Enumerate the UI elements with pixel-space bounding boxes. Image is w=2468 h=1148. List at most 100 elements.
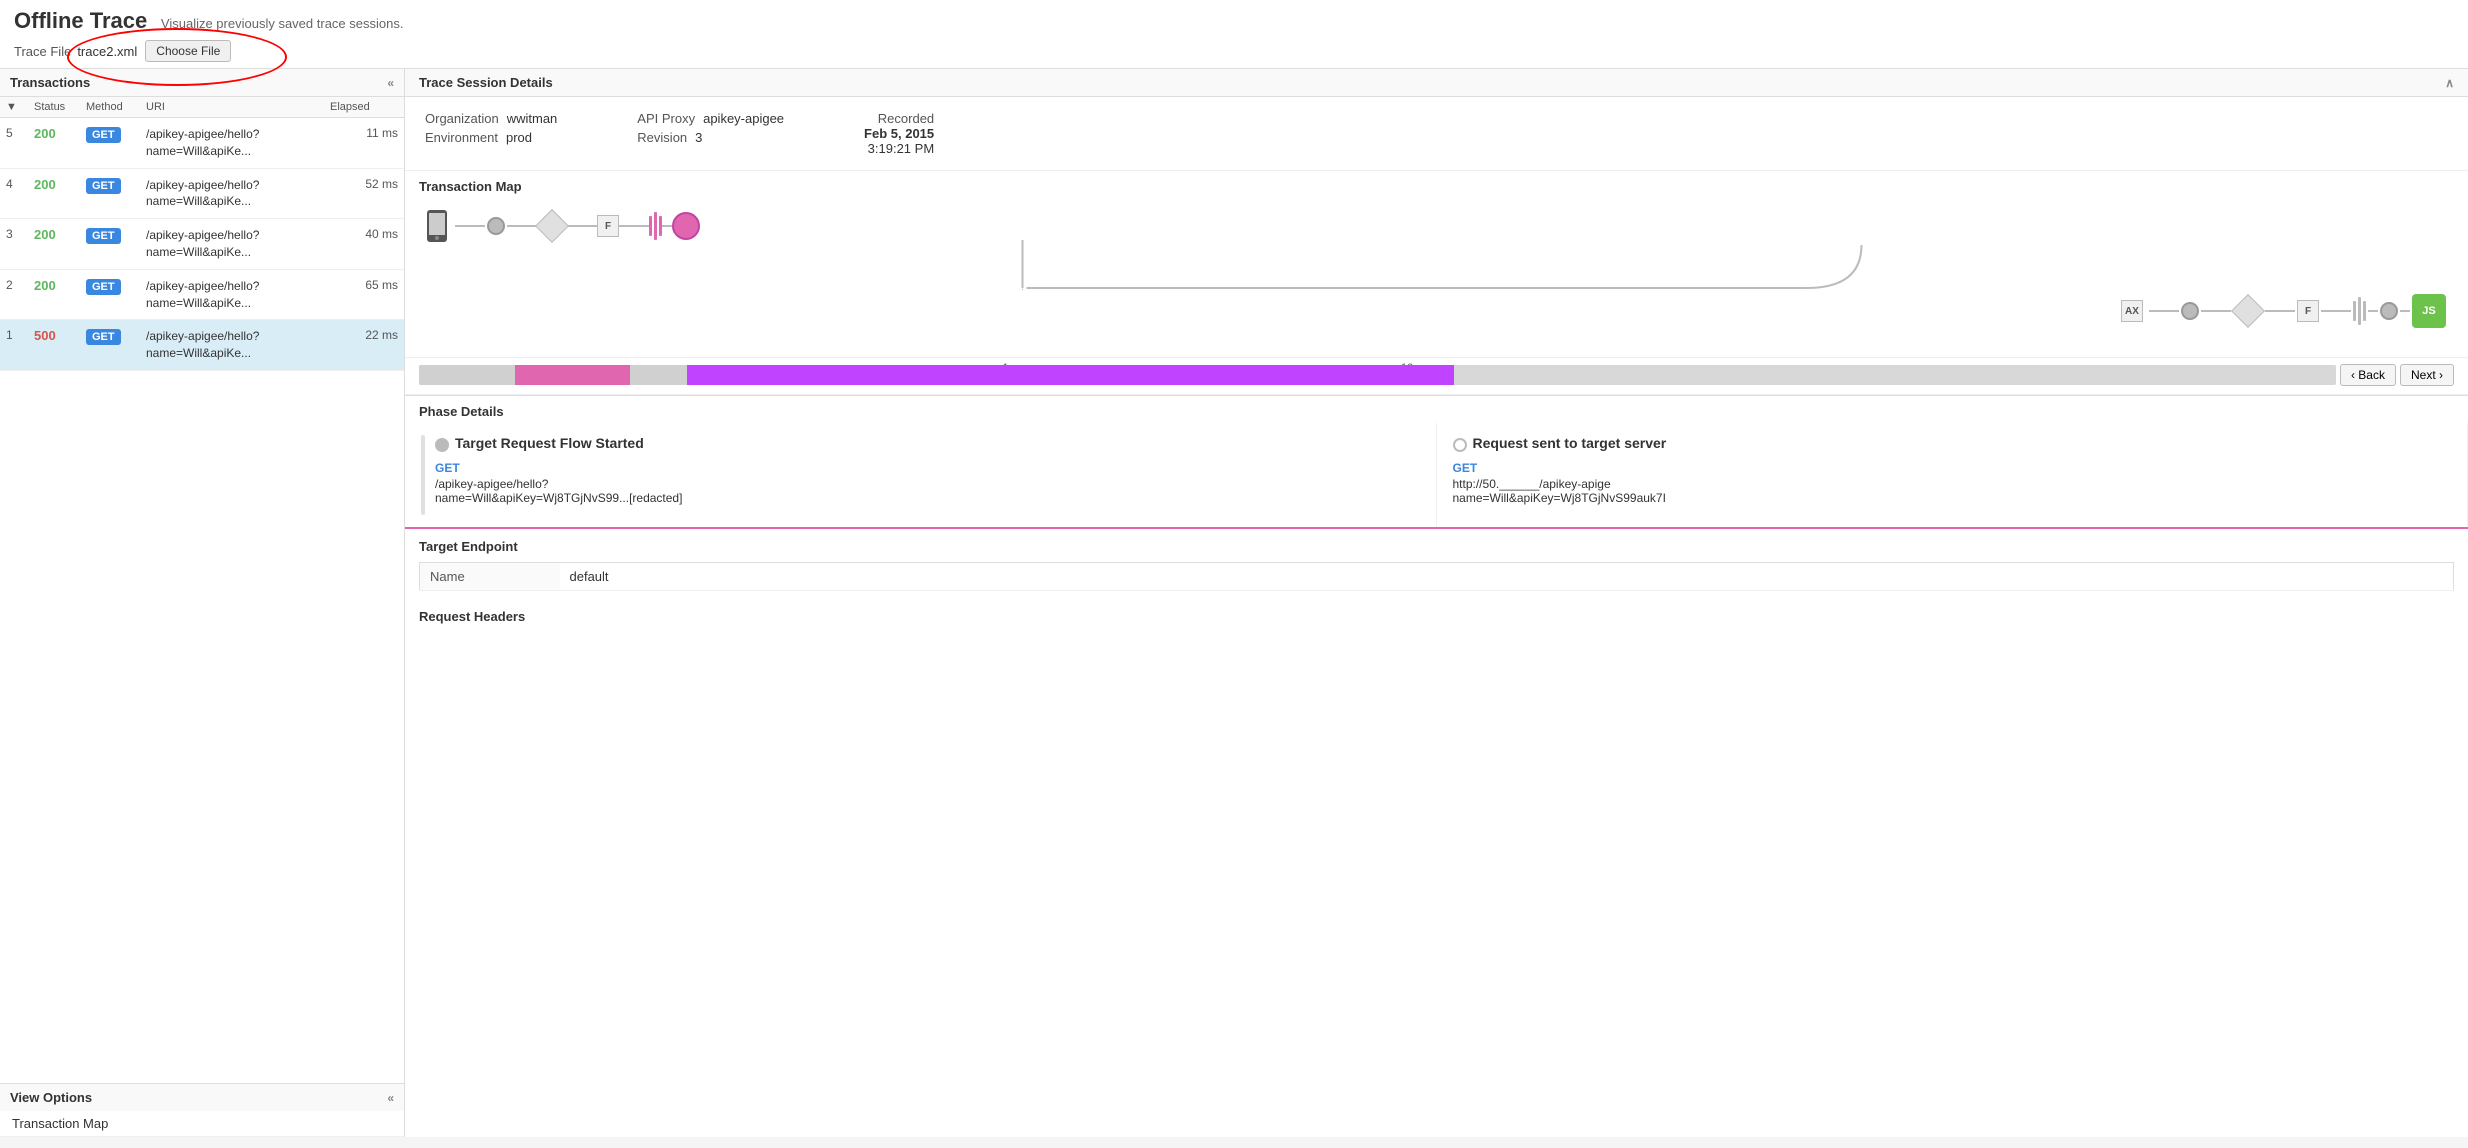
transactions-list: 5 200 GET /apikey-apigee/hello?name=Will…	[0, 118, 404, 1083]
tx-status: 500	[34, 328, 86, 343]
view-options-transaction-map[interactable]: Transaction Map	[0, 1111, 404, 1137]
tx-method: GET	[86, 228, 121, 244]
tx-elapsed: 40 ms	[330, 227, 398, 241]
transaction-map: F	[405, 198, 2468, 358]
trace-session-collapse-icon[interactable]: ∧	[2445, 76, 2454, 90]
proxy-value: apikey-apigee	[703, 111, 784, 126]
flow-diamond2	[2231, 294, 2265, 328]
phase-details-title: Phase Details	[405, 395, 2468, 423]
choose-file-button[interactable]: Choose File	[145, 40, 231, 62]
transactions-collapse-icon[interactable]: «	[387, 76, 394, 90]
tx-num: 2	[6, 278, 34, 292]
flow-circle-gray2	[2181, 302, 2199, 320]
phase-details-section: Phase Details Target Request Flow Starte…	[405, 395, 2468, 529]
page-subtitle: Visualize previously saved trace session…	[161, 16, 404, 31]
flow-line	[2400, 310, 2410, 312]
table-row[interactable]: 1 500 GET /apikey-apigee/hello?name=Will…	[0, 320, 404, 371]
phase-card-content-1: Target Request Flow Started GET /apikey-…	[435, 435, 682, 515]
tx-method: GET	[86, 279, 121, 295]
flow-line	[2149, 310, 2179, 312]
method-col-header: Method	[86, 101, 146, 113]
org-value: wwitman	[507, 111, 558, 126]
transactions-title: Transactions	[10, 75, 90, 90]
transactions-header: Transactions «	[0, 69, 404, 97]
tx-uri: /apikey-apigee/hello?name=Will&apiKe...	[146, 278, 330, 312]
phone-node	[419, 208, 455, 244]
timeline-seg-pink1	[515, 365, 630, 385]
view-options-header[interactable]: View Options «	[0, 1084, 404, 1111]
endpoint-title: Target Endpoint	[419, 539, 2454, 554]
env-value: prod	[506, 130, 532, 145]
flow-line	[567, 225, 597, 227]
flow-diamond-wrap	[537, 211, 567, 241]
tx-uri: /apikey-apigee/hello?name=Will&apiKe...	[146, 126, 330, 160]
view-options-title: View Options	[10, 1090, 92, 1105]
phase-indicator-2	[1453, 438, 1467, 452]
arrow-path	[429, 250, 2444, 290]
tx-method: GET	[86, 329, 121, 345]
table-row[interactable]: 5 200 GET /apikey-apigee/hello?name=Will…	[0, 118, 404, 169]
transaction-map-title: Transaction Map	[405, 171, 2468, 198]
phase-card-method-1: GET	[435, 461, 682, 475]
phase-card-content-2: Request sent to target server GET http:/…	[1453, 435, 1667, 515]
elapsed-col-header: Elapsed	[330, 101, 398, 113]
endpoint-name-label: Name	[420, 563, 560, 591]
view-options-collapse-icon[interactable]: «	[387, 1091, 394, 1105]
proxy-row: API Proxy apikey-apigee	[637, 111, 784, 126]
endpoint-table: Name default	[419, 562, 2454, 591]
timeline-nav: ‹ Back Next ›	[2340, 364, 2454, 386]
endpoint-section: Target Endpoint Name default	[405, 529, 2468, 601]
sort-icon[interactable]: ▼	[6, 101, 34, 113]
phase-card-2: Request sent to target server GET http:/…	[1437, 423, 2468, 527]
phase-card-title-1: Target Request Flow Started	[455, 435, 644, 451]
timeline-seg3	[1454, 365, 2336, 385]
tx-method: GET	[86, 127, 121, 143]
flow-top-row: F	[419, 208, 2454, 244]
right-panel: Trace Session Details ∧ Organization wwi…	[405, 69, 2468, 1137]
flow-line	[619, 225, 649, 227]
tx-uri: /apikey-apigee/hello?name=Will&apiKe...	[146, 328, 330, 362]
table-header: ▼ Status Method URI Elapsed	[0, 97, 404, 118]
flow-bars2	[2353, 296, 2366, 326]
flow-ax-label: AX	[2121, 300, 2143, 322]
recorded-time: 3:19:21 PM	[868, 141, 935, 156]
flow-line	[2201, 310, 2231, 312]
table-row[interactable]: 4 200 GET /apikey-apigee/hello?name=Will…	[0, 169, 404, 220]
tx-num: 5	[6, 126, 34, 140]
proxy-label: API Proxy	[637, 111, 695, 126]
back-button[interactable]: ‹ Back	[2340, 364, 2396, 386]
env-label: Environment	[425, 130, 498, 145]
timeline-track	[419, 365, 2336, 385]
org-label: Organization	[425, 111, 499, 126]
phase-indicator-1	[435, 438, 449, 452]
session-recorded: Recorded Feb 5, 2015 3:19:21 PM	[864, 111, 934, 156]
tx-elapsed: 52 ms	[330, 177, 398, 191]
flow-diamond-wrap2	[2233, 296, 2263, 326]
left-panel: Transactions « ▼ Status Method URI Elaps…	[0, 69, 405, 1137]
flow-f-label: F	[597, 215, 619, 237]
timeline-seg-purple	[687, 365, 1454, 385]
flow-bottom-row: AX F	[419, 294, 2454, 328]
flow-line	[507, 225, 537, 227]
view-options: View Options « Transaction Map	[0, 1083, 404, 1137]
tx-status: 200	[34, 227, 86, 242]
timeline-seg2	[630, 365, 688, 385]
nodejs-icon: JS	[2412, 294, 2446, 328]
table-row[interactable]: 3 200 GET /apikey-apigee/hello?name=Will…	[0, 219, 404, 270]
flow-line	[2321, 310, 2351, 312]
phase-card-1: Target Request Flow Started GET /apikey-…	[405, 423, 1437, 527]
timeline-bar-container: ‹ Back Next ›	[419, 364, 2454, 386]
flow-arrow-svg	[429, 240, 2444, 290]
table-row[interactable]: 2 200 GET /apikey-apigee/hello?name=Will…	[0, 270, 404, 321]
tx-num: 1	[6, 328, 34, 342]
tx-uri: /apikey-apigee/hello?name=Will&apiKe...	[146, 227, 330, 261]
phase-left-border	[421, 435, 425, 515]
next-button[interactable]: Next ›	[2400, 364, 2454, 386]
phase-cards: Target Request Flow Started GET /apikey-…	[405, 423, 2468, 529]
flow-f-label2: F	[2297, 300, 2319, 322]
flow-bar-pink	[649, 216, 652, 236]
trace-session-title: Trace Session Details	[419, 75, 553, 90]
tx-uri: /apikey-apigee/hello?name=Will&apiKe...	[146, 177, 330, 211]
trace-file-name: trace2.xml	[77, 44, 137, 59]
session-details: Organization wwitman Environment prod AP…	[405, 97, 2468, 171]
